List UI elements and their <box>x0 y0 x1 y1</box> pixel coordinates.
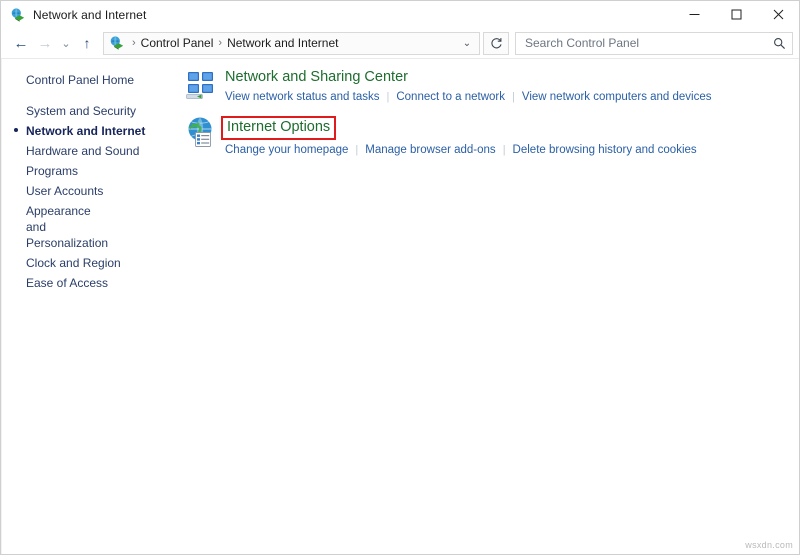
link-delete-browsing-history-and-cookies[interactable]: Delete browsing history and cookies <box>513 143 697 158</box>
link-divider: | <box>386 91 390 103</box>
link-manage-browser-add-ons[interactable]: Manage browser add-ons <box>365 143 495 158</box>
sidebar-item-user-accounts[interactable]: User Accounts <box>1 181 182 201</box>
category-body: Internet Options Change your homepage | … <box>221 114 799 158</box>
window-title: Network and Internet <box>33 7 147 22</box>
search-box[interactable] <box>515 31 793 55</box>
sidebar-item-ease-of-access[interactable]: Ease of Access <box>1 273 182 293</box>
minimize-button[interactable] <box>673 1 715 28</box>
sidebar-item-hardware-and-sound[interactable]: Hardware and Sound <box>1 141 182 161</box>
link-change-your-homepage[interactable]: Change your homepage <box>225 143 348 158</box>
link-divider: | <box>502 144 506 156</box>
sidebar-item-programs[interactable]: Programs <box>1 161 182 181</box>
category-title-link[interactable]: Network and Sharing Center <box>225 68 408 87</box>
sidebar-item-control-panel-home[interactable]: Control Panel Home <box>1 70 182 90</box>
category-links: Change your homepage | Manage browser ad… <box>225 143 799 158</box>
navigation-bar: ← → ⌄ ↑ › Control Panel › Network and In… <box>1 28 799 58</box>
breadcrumb-separator: › <box>218 37 223 49</box>
link-divider: | <box>512 91 515 103</box>
internet-options-icon <box>185 115 219 149</box>
window-controls <box>673 1 799 28</box>
current-item-bullet <box>14 128 18 132</box>
category-internet-options: Internet Options Change your homepage | … <box>182 114 799 158</box>
refresh-button[interactable] <box>483 31 509 55</box>
breadcrumb-item-control-panel[interactable]: Control Panel <box>138 36 217 50</box>
category-title-link[interactable]: Internet Options <box>221 116 337 140</box>
category-network-and-sharing-center: Network and Sharing Center View network … <box>182 67 799 105</box>
address-bar[interactable]: › Control Panel › Network and Internet ⌄ <box>103 31 480 55</box>
sidebar-item-label: Network and Internet <box>26 124 146 138</box>
watermark: wsxdn.com <box>745 540 793 550</box>
sidebar-item-system-and-security[interactable]: System and Security <box>1 101 182 121</box>
chevron-down-icon[interactable]: ⌄ <box>457 33 477 54</box>
main-content: Network and Sharing Center View network … <box>182 59 799 554</box>
maximize-button[interactable] <box>715 1 757 28</box>
close-button[interactable] <box>757 1 799 28</box>
sidebar-item-appearance-and-personalization[interactable]: Appearance and Personalization <box>1 201 119 253</box>
network-globe-icon <box>10 7 26 23</box>
recent-locations-button[interactable]: ⌄ <box>57 31 75 55</box>
search-icon[interactable] <box>770 37 788 50</box>
back-button[interactable]: ← <box>9 31 33 55</box>
search-input[interactable] <box>523 35 770 51</box>
window-body: Control Panel Home System and Security N… <box>1 58 799 554</box>
title-bar: Network and Internet <box>1 1 799 28</box>
control-panel-window: Network and Internet ← → ⌄ ↑ › Control P… <box>0 0 800 555</box>
category-links: View network status and tasks | Connect … <box>225 90 799 105</box>
link-divider: | <box>355 144 359 156</box>
breadcrumb-network-globe-icon <box>109 35 125 51</box>
sidebar: Control Panel Home System and Security N… <box>1 59 182 554</box>
forward-button[interactable]: → <box>33 31 57 55</box>
up-button[interactable]: ↑ <box>75 31 99 55</box>
sidebar-item-clock-and-region[interactable]: Clock and Region <box>1 253 182 273</box>
network-sharing-center-icon <box>185 68 219 102</box>
link-connect-to-a-network[interactable]: Connect to a network <box>396 90 505 105</box>
breadcrumb-separator: › <box>132 37 136 49</box>
link-view-network-status-and-tasks[interactable]: View network status and tasks <box>225 90 379 105</box>
sidebar-item-network-and-internet[interactable]: Network and Internet <box>1 121 182 141</box>
breadcrumb-item-network-and-internet[interactable]: Network and Internet <box>224 36 341 50</box>
category-body: Network and Sharing Center View network … <box>225 67 799 105</box>
link-view-network-computers-and-devices[interactable]: View network computers and devices <box>522 90 712 105</box>
